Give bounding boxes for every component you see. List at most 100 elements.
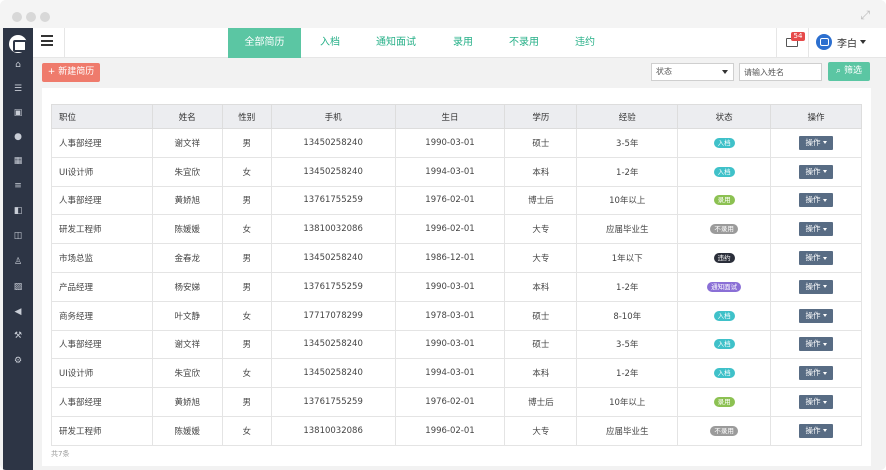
gavel-icon[interactable]: ⚒ xyxy=(3,328,33,344)
status-badge: 不录用 xyxy=(710,224,738,235)
users-icon[interactable]: ● xyxy=(3,129,33,145)
image-icon[interactable]: ▨ xyxy=(3,279,33,295)
fullscreen-icon[interactable]: ⤢ xyxy=(860,8,870,23)
cell-education: 本科 xyxy=(504,358,578,389)
status-badge: 不录用 xyxy=(710,425,738,436)
resume-table-panel: 职位 姓名 性别 手机 生日 学历 经验 状态 操作 人事部经理 谢文祥男 1345… xyxy=(42,88,871,466)
row-action-button[interactable]: 操作 xyxy=(799,279,833,294)
tab-interview-notice[interactable]: 通知面试 xyxy=(368,28,424,58)
cell-phone: 17717078299 xyxy=(270,300,396,331)
header-actions[interactable]: 操作 xyxy=(770,104,862,129)
menu-toggle-icon[interactable] xyxy=(41,35,53,46)
logo-icon[interactable] xyxy=(9,35,27,53)
tab-filed[interactable]: 入档 xyxy=(310,28,350,58)
window-close-dot[interactable] xyxy=(12,12,22,22)
table-row[interactable]: 研发工程师 陈媛媛女 13810032086 1996-02-01 大专 应届毕业生 不录用… xyxy=(51,214,862,245)
row-action-label: 操作 xyxy=(805,253,821,263)
row-action-button[interactable]: 操作 xyxy=(799,251,833,266)
window-minimize-dot[interactable] xyxy=(26,12,36,22)
row-action-button[interactable]: 操作 xyxy=(799,423,833,438)
top-navigation: 全部简历 入档 通知面试 录用 不录用 违约 54 李白 xyxy=(33,28,886,58)
row-action-label: 操作 xyxy=(805,425,821,435)
header-phone[interactable]: 手机 xyxy=(270,104,396,129)
header-gender[interactable]: 性别 xyxy=(221,104,272,129)
chevron-down-icon xyxy=(722,70,728,74)
table-row[interactable]: 产品经理 杨安娣男 13761755259 1990-03-01 本科 1-2年 通知面试 操… xyxy=(51,271,862,302)
row-action-button[interactable]: 操作 xyxy=(799,337,833,352)
header-birthday[interactable]: 生日 xyxy=(394,104,506,129)
sidebar: ⌂ ☰ ▣ ● ▦ ≡ ◧ ◫ ♙ ▨ ◀ ⚒ ⚙ xyxy=(3,28,33,470)
new-resume-button[interactable]: + 新建简历 xyxy=(42,63,100,82)
cogs-icon[interactable]: ⚙ xyxy=(3,353,33,369)
status-select[interactable]: 状态 xyxy=(651,63,734,81)
header-status[interactable]: 状态 xyxy=(677,104,772,129)
table-row[interactable]: 人事部经理 黄娇旭男 13761755259 1976-02-01 博士后 10年以上 录用… xyxy=(51,185,862,216)
cell-gender: 女 xyxy=(221,358,272,389)
list-icon[interactable]: ☰ xyxy=(3,81,33,97)
row-action-button[interactable]: 操作 xyxy=(799,222,833,237)
filter-button[interactable]: ⌕ 筛选 xyxy=(828,62,870,81)
header-education[interactable]: 学历 xyxy=(504,104,578,129)
table-body: 人事部经理 谢文祥男 13450258240 1990-03-01 硕士 3-5年 入档 操作… xyxy=(51,128,862,446)
table-row[interactable]: 研发工程师 陈媛媛女 13810032086 1996-02-01 大专 应届毕业生 不录用… xyxy=(51,415,862,446)
cell-name: 朱宜欣 xyxy=(151,156,223,187)
row-action-button[interactable]: 操作 xyxy=(799,395,833,410)
table-row[interactable]: 人事部经理 谢文祥男 13450258240 1990-03-01 硕士 3-5年 入档 操作 xyxy=(51,329,862,360)
status-badge: 入档 xyxy=(713,166,735,177)
status-badge: 入档 xyxy=(713,339,735,350)
row-action-label: 操作 xyxy=(805,137,821,147)
columns-icon[interactable]: ◫ xyxy=(3,228,33,244)
cell-gender: 男 xyxy=(221,128,272,158)
calendar-icon[interactable]: ▦ xyxy=(3,153,33,169)
cell-education: 大专 xyxy=(504,415,578,446)
row-action-label: 操作 xyxy=(805,166,821,176)
tab-all-resumes[interactable]: 全部简历 xyxy=(228,28,301,58)
caret-down-icon xyxy=(822,141,827,145)
table-row[interactable]: UI设计师 朱宜欣女 13450258240 1994-03-01 本科 1-2年 入档 操作 xyxy=(51,156,862,187)
name-search-input[interactable] xyxy=(739,63,822,81)
table-row[interactable]: 人事部经理 黄娇旭男 13761755259 1976-02-01 博士后 10年以上 录用… xyxy=(51,387,862,417)
row-action-button[interactable]: 操作 xyxy=(799,308,833,323)
header-experience[interactable]: 经验 xyxy=(576,104,679,129)
chevron-down-icon[interactable] xyxy=(860,40,866,44)
cell-experience: 8-10年 xyxy=(576,300,679,331)
row-action-button[interactable]: 操作 xyxy=(799,135,833,150)
table-row[interactable]: UI设计师 朱宜欣女 13450258240 1994-03-01 本科 1-2年 入档 操作 xyxy=(51,358,862,389)
tab-not-hired[interactable]: 不录用 xyxy=(502,28,546,58)
home-icon[interactable]: ⌂ xyxy=(3,57,33,73)
cell-experience: 3-5年 xyxy=(576,329,679,360)
avatar[interactable] xyxy=(816,34,832,50)
cell-position: 产品经理 xyxy=(51,271,153,302)
cell-experience: 1年以下 xyxy=(576,243,679,273)
username[interactable]: 李白 xyxy=(837,35,857,50)
cell-education: 博士后 xyxy=(504,185,578,216)
tab-breach[interactable]: 违约 xyxy=(567,28,603,58)
cell-experience: 3-5年 xyxy=(576,128,679,158)
tasks-icon[interactable]: ≡ xyxy=(3,178,33,194)
row-action-button[interactable]: 操作 xyxy=(799,366,833,381)
new-resume-label: 新建简历 xyxy=(58,67,95,77)
caret-down-icon xyxy=(822,170,827,174)
book-icon[interactable]: ◧ xyxy=(3,203,33,219)
cell-name: 朱宜欣 xyxy=(151,358,223,389)
caret-down-icon xyxy=(822,198,827,202)
cell-gender: 男 xyxy=(221,329,272,360)
person-icon[interactable]: ♙ xyxy=(3,254,33,270)
briefcase-icon[interactable]: ▣ xyxy=(3,105,33,121)
megaphone-icon[interactable]: ◀ xyxy=(3,304,33,320)
cell-status: 入档 xyxy=(677,128,772,158)
cell-gender: 女 xyxy=(221,415,272,446)
header-position[interactable]: 职位 xyxy=(51,104,153,129)
table-row[interactable]: 人事部经理 谢文祥男 13450258240 1990-03-01 硕士 3-5年 入档 操作 xyxy=(51,128,862,158)
cell-actions: 操作 xyxy=(770,156,862,187)
cell-name: 谢文祥 xyxy=(151,329,223,360)
tab-hired[interactable]: 录用 xyxy=(445,28,481,58)
row-action-button[interactable]: 操作 xyxy=(799,193,833,208)
cell-experience: 1-2年 xyxy=(576,358,679,389)
table-row[interactable]: 市场总监 金春龙男 13450258240 1986-12-01 大专 1年以下 违约 操作 xyxy=(51,243,862,273)
header-name[interactable]: 姓名 xyxy=(151,104,223,129)
filter-label: 筛选 xyxy=(843,66,862,76)
row-action-button[interactable]: 操作 xyxy=(799,164,833,179)
window-maximize-dot[interactable] xyxy=(40,12,50,22)
table-row[interactable]: 商务经理 叶文静女 17717078299 1978-03-01 硕士 8-10年 入档 操作 xyxy=(51,300,862,331)
